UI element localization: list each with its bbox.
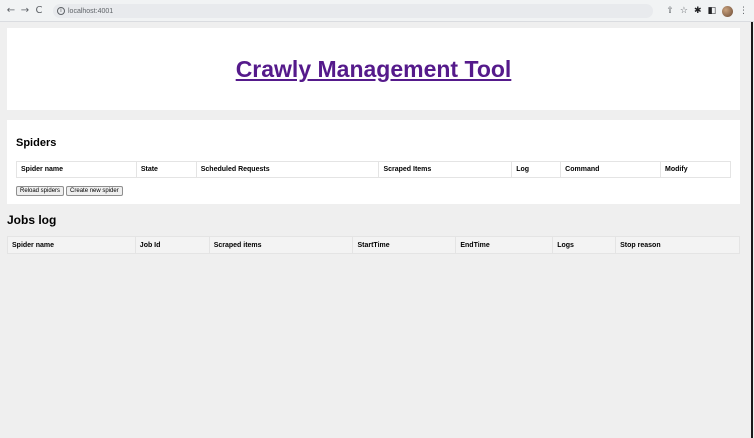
spider-actions: Reload spiders Create new spider — [16, 186, 123, 196]
column-header: EndTime — [455, 236, 554, 254]
browser-toolbar: ← → C i localhost:4001 ⇪ ☆ ✱ ◧ ⋮ — [0, 0, 754, 22]
jobs-table-header-row: Spider name Job Id Scraped items StartTi… — [7, 236, 740, 254]
reload-icon[interactable]: C — [32, 5, 46, 16]
forward-arrow-icon[interactable]: → — [18, 5, 32, 16]
column-header: Job Id — [134, 236, 210, 254]
column-header: Spider name — [7, 236, 136, 254]
column-header: Scraped items — [208, 236, 354, 254]
jobs-table: Spider name Job Id Scraped items StartTi… — [7, 236, 740, 254]
spiders-heading: Spiders — [16, 137, 57, 149]
column-header: State — [135, 161, 197, 178]
star-icon[interactable]: ☆ — [680, 4, 688, 18]
column-header: Command — [560, 161, 662, 178]
column-header: Logs — [552, 236, 617, 254]
browser-actions: ⇪ ☆ ✱ ◧ ⋮ — [666, 4, 748, 18]
column-header: Scheduled Requests — [195, 161, 380, 178]
reload-spiders-button[interactable]: Reload spiders — [16, 186, 65, 196]
spiders-table-header-row: Spider name State Scheduled Requests Scr… — [16, 161, 731, 178]
sidebar-icon[interactable]: ◧ — [707, 4, 716, 18]
site-info-icon[interactable]: i — [57, 7, 65, 15]
back-arrow-icon[interactable]: ← — [4, 5, 18, 16]
spiders-card: Spiders Spider name State Scheduled Requ… — [7, 120, 740, 204]
create-spider-button[interactable]: Create new spider — [66, 186, 123, 196]
menu-icon[interactable]: ⋮ — [739, 6, 748, 16]
spiders-table: Spider name State Scheduled Requests Scr… — [16, 161, 731, 178]
column-header: StartTime — [352, 236, 457, 254]
extension-icon[interactable]: ✱ — [694, 4, 702, 18]
share-icon[interactable]: ⇪ — [666, 4, 674, 18]
column-header: Stop reason — [615, 236, 740, 254]
scrollbar[interactable] — [751, 22, 753, 438]
app-title-link[interactable]: Crawly Management Tool — [236, 56, 512, 83]
address-url[interactable]: localhost:4001 — [68, 8, 113, 15]
column-header: Spider name — [16, 161, 137, 178]
header-card: Crawly Management Tool — [7, 28, 740, 110]
address-bar[interactable]: i localhost:4001 — [53, 4, 653, 18]
column-header: Modify — [660, 161, 731, 178]
column-header: Log — [511, 161, 562, 178]
column-header: Scraped Items — [378, 161, 513, 178]
jobs-log-heading: Jobs log — [7, 213, 57, 227]
profile-avatar[interactable] — [722, 5, 733, 17]
